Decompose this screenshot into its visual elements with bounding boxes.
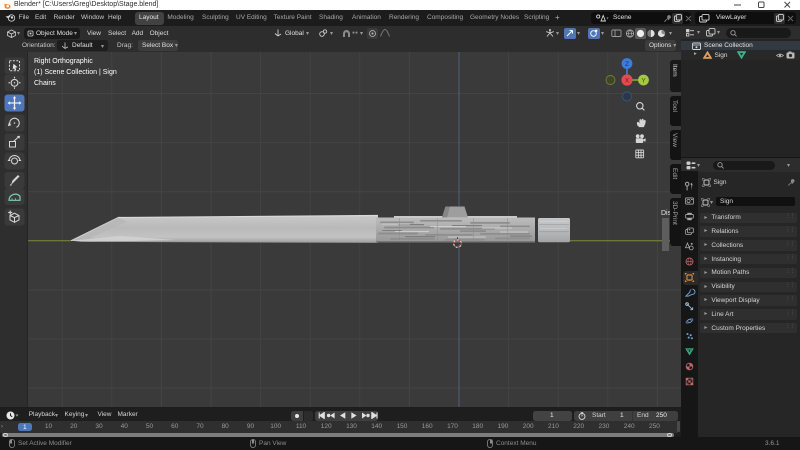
- svg-text:Y: Y: [641, 77, 646, 84]
- svg-text:X: X: [625, 77, 630, 84]
- svg-text:Z: Z: [625, 61, 629, 68]
